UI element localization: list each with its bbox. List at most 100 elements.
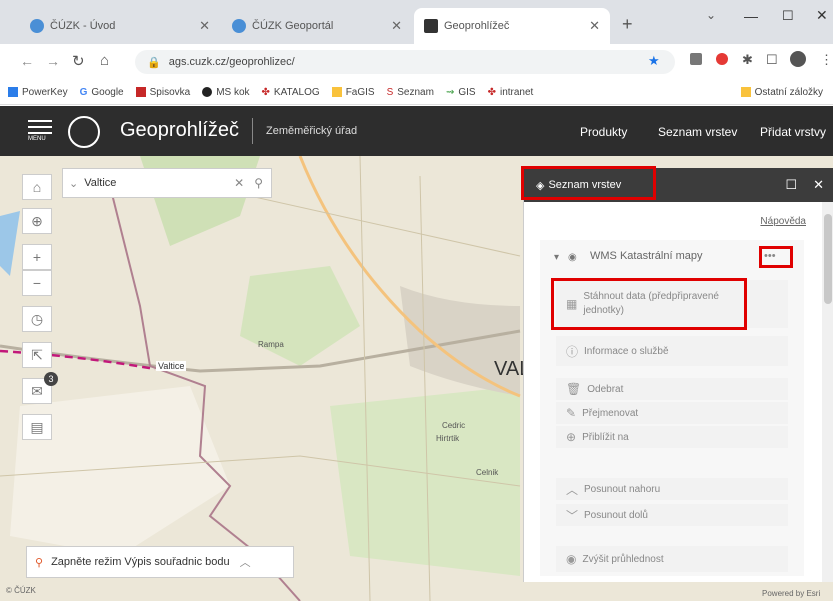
menu-button[interactable]: MENU [28,120,52,142]
search-icon[interactable]: ⚲ [254,176,263,190]
map-powered-by: Powered by Esri [762,589,821,598]
highlight-more [759,246,793,268]
cuzk-logo-icon [68,116,100,148]
nav-seznam-vrstev[interactable]: Seznam vrstev [658,125,737,139]
nav-produkty[interactable]: Produkty [580,125,627,139]
zoom-out-button[interactable]: − [22,270,52,296]
pencil-icon: ✎ [566,406,577,420]
menu-item-move-down[interactable]: ﹀ Posunout dolů [556,504,788,526]
coordinate-mode-bar[interactable]: ⚲ Zapněte režim Výpis souřadnic bodu ︿ [26,546,294,578]
folder-icon [740,87,751,97]
tab-geoprohlizec[interactable]: Geoprohlížeč ✕ [414,8,610,44]
cuzk-favicon-icon [232,19,246,33]
coordinate-mode-text: Zapněte režim Výpis souřadnic bodu [51,556,230,568]
chevron-up-icon: ︿ [566,482,579,497]
menu-item-service-info[interactable]: ⓘ Informace o službě [556,336,788,366]
tab-cuzk-geoportal[interactable]: ČÚZK Geoportál ✕ [222,8,412,44]
home-extent-button[interactable]: ⌂ [22,174,52,200]
forward-icon[interactable]: → [46,53,60,69]
tab-title: Geoprohlížeč [444,20,510,32]
clock-icon: ◷ [30,310,44,327]
bookmark-item[interactable]: ✤ intranet [487,87,534,99]
share-button[interactable]: ⇱ [22,342,52,368]
bookmark-item[interactable]: ⇝ GIS [446,87,476,99]
close-tab-icon[interactable]: ✕ [589,18,600,34]
bookmark-item[interactable]: ✤ KATALOG [261,87,320,99]
map-label: Rampa [258,340,284,349]
tab-cuzk-uvod[interactable]: ČÚZK - Úvod ✕ [20,8,220,44]
bookmark-star-icon[interactable]: ★ [648,53,660,69]
map-label: Hirtrtik [436,434,460,443]
browser-menu-icon[interactable]: ⋮ [820,52,833,68]
close-panel-icon[interactable]: ✕ [813,177,824,193]
trash-icon: 🗑 [566,382,582,396]
menu-item-remove[interactable]: 🗑 Odebrat [556,378,788,400]
tab-search-icon[interactable]: ⌄ [706,8,716,22]
address-bar[interactable]: 🔒 ags.cuzk.cz/geoprohlizec/ [135,50,675,74]
clear-icon[interactable]: ✕ [234,176,244,190]
address-row: ← → ↻ ⌂ 🔒 ags.cuzk.cz/geoprohlizec/ ★ ✱ … [0,44,833,80]
print-button[interactable]: ▤ [22,414,52,440]
minimize-icon[interactable]: — [744,8,758,24]
map-label: Celnik [476,468,499,477]
plus-icon: + [32,249,42,265]
home-icon[interactable]: ⌂ [100,52,109,69]
panel-scrollbar[interactable] [822,202,833,582]
sidebar-icon[interactable]: ☐ [766,52,778,68]
puzzle-icon[interactable]: ✱ [742,52,753,68]
menu-item-transparency[interactable]: ◉ Zvýšit průhlednost [556,546,788,572]
menu-item-zoom-to[interactable]: ⊕ Přiblížit na [556,426,788,448]
profile-avatar[interactable] [790,51,806,67]
target-icon: ⊕ [31,212,43,229]
expand-chevron-icon[interactable]: ▾ [554,252,559,263]
extension-icon[interactable] [690,53,702,65]
bookmark-item[interactable]: FaGIS [331,87,375,98]
menu-item-move-up[interactable]: ︿ Posunout nahoru [556,478,788,500]
bookmark-icon [202,87,213,97]
help-link[interactable]: Nápověda [760,216,806,227]
close-tab-icon[interactable]: ✕ [199,18,210,34]
bookmark-item[interactable]: G Google [79,87,124,99]
back-icon[interactable]: ← [20,53,34,69]
nav-pridat-vrstvy[interactable]: Přidat vrstvy [760,125,826,139]
other-bookmarks[interactable]: Ostatní záložky [740,87,823,98]
bookmark-item[interactable]: MS kok [202,87,250,98]
close-tab-icon[interactable]: ✕ [391,18,402,34]
geoprohlizec-favicon-icon [424,19,438,33]
scrollbar-thumb[interactable] [824,214,832,304]
chevron-down-icon: ﹀ [566,508,579,523]
reload-icon[interactable]: ↻ [72,52,85,70]
app-header: MENU Geoprohlížeč Zeměměřický úřad Produ… [0,106,833,156]
bookmark-item[interactable]: Spisovka [135,87,190,98]
layer-list-panel: ◈ Seznam vrstev ☐ ✕ Nápověda ▾ ◉ WMS Kat… [521,166,833,582]
lock-icon: 🔒 [147,56,161,69]
new-tab-button[interactable]: + [622,14,633,35]
chevron-up-icon[interactable]: ︿ [240,554,251,570]
maximize-icon[interactable]: ☐ [782,8,794,24]
tab-title: ČÚZK - Úvod [50,20,116,32]
bookmark-icon: ✤ [487,87,496,98]
menu-item-rename[interactable]: ✎ Přejmenovat [556,402,788,424]
bookmark-item[interactable]: PowerKey [8,87,68,98]
notification-badge: 3 [44,372,58,386]
maximize-panel-icon[interactable]: ☐ [785,177,797,193]
bookmark-icon: Ѕ [386,87,394,98]
google-icon: G [79,87,88,98]
locate-button[interactable]: ⊕ [22,208,52,234]
layer-name: WMS Katastrální mapy [590,250,703,262]
search-input[interactable]: Valtice [84,177,234,189]
bookmark-icon: ✤ [261,87,270,98]
folder-icon [331,87,342,97]
measure-button[interactable]: ◷ [22,306,52,332]
info-icon: ⓘ [566,344,579,359]
close-window-icon[interactable]: ✕ [816,7,828,24]
app-subtitle: Zeměměřický úřad [266,125,358,137]
chevron-down-icon[interactable]: ⌄ [69,177,78,190]
extension-icon[interactable] [716,53,728,65]
zoom-in-button[interactable]: + [22,244,52,270]
message-icon: ✉ [31,382,43,399]
browser-tab-bar: ČÚZK - Úvod ✕ ČÚZK Geoportál ✕ Geoprohlí… [0,0,833,44]
bookmark-item[interactable]: Ѕ Seznam [386,87,434,99]
eye-icon[interactable]: ◉ [568,252,577,263]
minus-icon: − [32,275,42,291]
